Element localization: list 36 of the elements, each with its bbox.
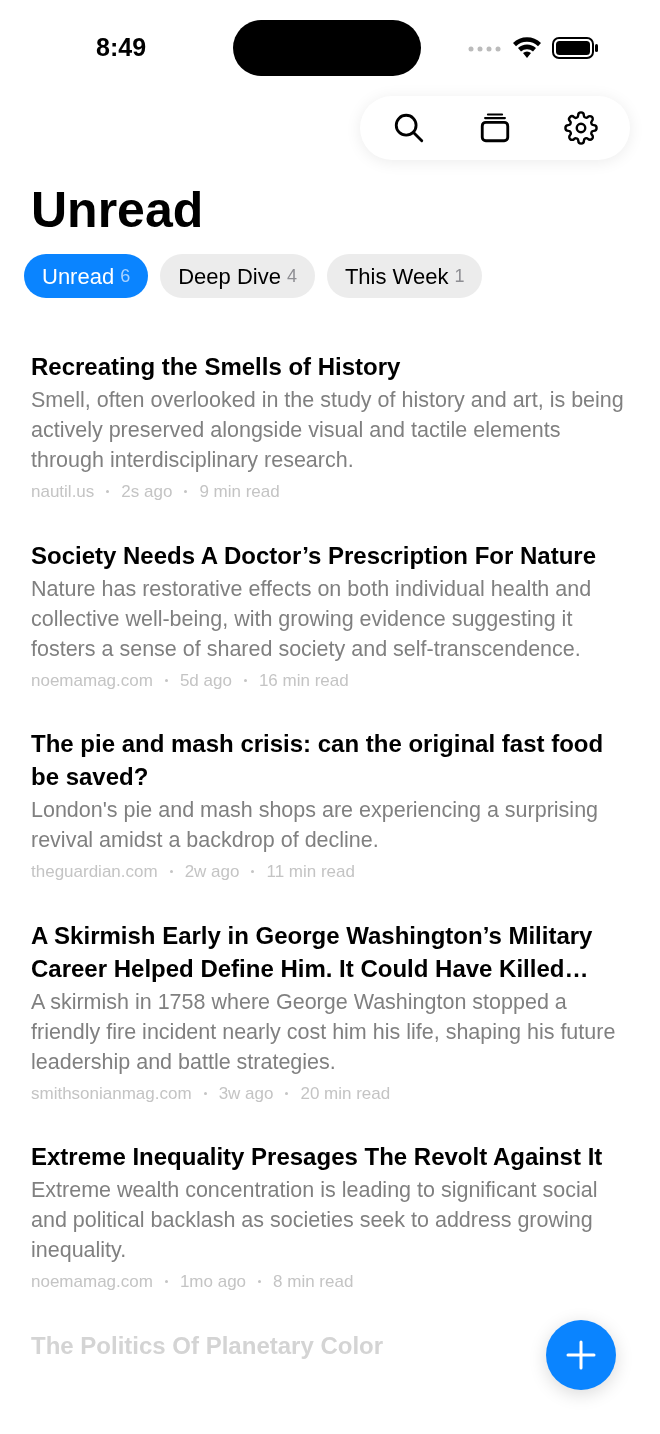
article-age: 5d ago [179, 669, 232, 692]
article-summary: London's pie and mash shops are experiencing a surprising revival amidst a backdrop of decline. [31, 797, 600, 854]
read-time: 16 min read [258, 669, 349, 692]
filter-tab[interactable]: Unread 6 [24, 254, 149, 298]
article-summary: Smell, often overlooked in the study of history and art, is being actively preserved alongside visual and tactile elements through interdisciplinary research. [31, 387, 625, 474]
filter-tab[interactable]: Deep Dive 4 [160, 254, 315, 298]
article-summary: Extreme wealth concentration is leading to significant social and political backlash as societies seek to address growing inequality. [31, 1177, 599, 1264]
article-summary: A skirmish in 1758 where George Washington stopped a friendly fire incident nearly cost him his life, shaping his future leadership and battle strategies. [31, 988, 617, 1076]
filter-tab[interactable]: This Week 1 [326, 254, 483, 298]
article-title[interactable]: Society Needs A Doctor’s Prescription For Nature [31, 538, 629, 572]
read-time: 20 min read [300, 1082, 391, 1105]
status-time: 8:49 [96, 32, 147, 64]
article-age: 2s ago [121, 481, 173, 503]
article-title[interactable]: Extreme Inequality Presages The Revolt Against It [31, 1140, 629, 1173]
stacked-cards-icon [478, 111, 512, 145]
read-time: 9 min read [199, 481, 280, 503]
page-title: Unread [30, 181, 205, 240]
wifi-icon [512, 37, 542, 59]
article-source: noemamag.com [31, 669, 153, 692]
read-time: 8 min read [273, 1271, 354, 1293]
battery-icon [552, 37, 598, 59]
article-age: 2w ago [184, 861, 240, 883]
plus-icon [566, 1340, 596, 1370]
article-age: 1mo ago [179, 1271, 247, 1293]
article-title[interactable]: Recreating the Smells of History [31, 350, 629, 383]
article-summary: Nature has restorative effects on both individual health and collective well-being, with growing evidence suggesting it fosters a sense of shared society and self-transcendence. [31, 575, 593, 663]
article-source: smithsonianmag.com [31, 1082, 192, 1105]
article-title[interactable]: The pie and mash crisis: can the original fast food be saved? [31, 727, 629, 793]
article-source: theguardian.com [31, 861, 158, 883]
article-title[interactable]: A Skirmish Early in George Washington’s Military Career Helped Define Him. It Could Have Killed… [31, 918, 629, 985]
article-source: noemamag.com [31, 1271, 153, 1293]
settings-icon [564, 111, 598, 145]
search-icon [392, 111, 426, 145]
article-source: nautil.us [31, 481, 95, 503]
read-time: 11 min read [266, 861, 355, 883]
article-age: 3w ago [218, 1082, 274, 1105]
